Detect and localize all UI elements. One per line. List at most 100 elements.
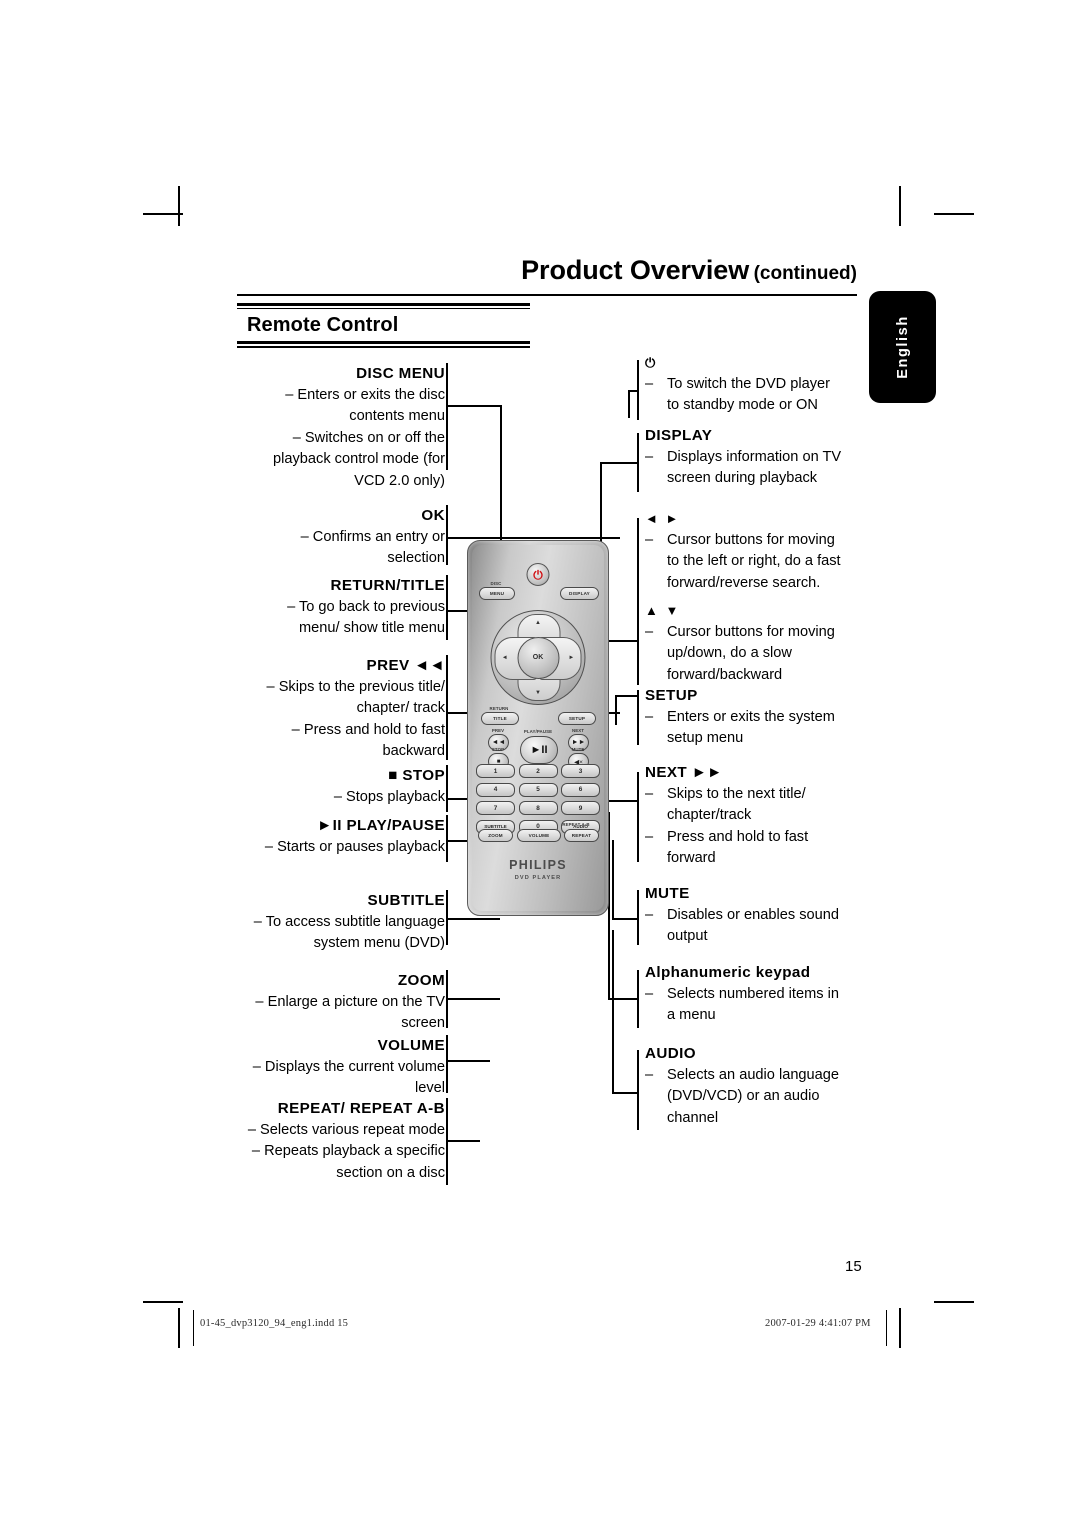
annotation-next-heading: NEXT ►► [645, 764, 723, 781]
annotation-standby-heading: ⏻ [645, 355, 658, 370]
remote-mute-label: MUTE [571, 747, 585, 752]
leader-line-r-display [600, 462, 637, 464]
annotation-prev-heading: PREV ◄◄ [366, 657, 445, 674]
annotation-dash: – [645, 623, 654, 640]
annotation-text: to standby mode or ON [667, 397, 818, 413]
annotation-text: Cursor buttons for moving [667, 623, 835, 640]
annotation-prev-line-2: – Press and hold to fast [291, 721, 445, 738]
annotation-standby: ⏻ – To switch the DVD player to standby mod… [645, 352, 870, 417]
section-bar-bottom [237, 341, 530, 344]
remote-key-3[interactable]: 3 [561, 764, 600, 778]
annotation-repeat-line-2: section on a disc [336, 1164, 445, 1181]
annotation-disc-menu-heading: DISC MENU [356, 365, 445, 382]
remote-repeat-label: REPEAT [571, 833, 592, 838]
remote-power-button[interactable]: ⏻ [526, 563, 550, 586]
remote-playpause-label: PLAY/PAUSE [523, 729, 553, 734]
annotation-alphanumeric-keypad-heading: Alphanumeric keypad [645, 964, 811, 981]
section-bar-top [237, 303, 530, 306]
remote-key-8[interactable]: 8 [518, 801, 558, 815]
annotation-standby-line-0: – To switch the DVD player [645, 374, 870, 396]
footer-divider-right [886, 1310, 888, 1346]
annotation-mute-line-1: output [645, 926, 870, 948]
remote-key-2[interactable]: 2 [518, 764, 558, 778]
section-bar-bottom-thin [237, 346, 530, 348]
remote-disc-menu-label: MENU [489, 591, 505, 596]
annotation-ok: OK – Confirms an entry or selection [245, 505, 445, 570]
remote-key-7[interactable]: 7 [476, 801, 515, 815]
annotation-disc-menu-line-0: – Enters or exits the disc [285, 386, 445, 403]
remote-zoom-button[interactable]: ZOOM [478, 829, 513, 842]
remote-ok-button[interactable]: OK [517, 636, 559, 679]
remote-repeat-ab-label: REPEAT A-B [562, 822, 590, 827]
annotation-text: forward/backward [667, 666, 783, 683]
annotation-text: up/down, do a slow [667, 645, 792, 661]
annotation-next-line-1: chapter/track [645, 805, 870, 827]
annotation-zoom: ZOOM – Enlarge a picture on the TV screen [245, 970, 445, 1035]
annotation-volume-heading: VOLUME [377, 1037, 445, 1054]
leader-bracket-r-keypad [637, 970, 639, 1028]
annotation-play-pause-heading: ►II PLAY/PAUSE [317, 817, 445, 834]
annotation-disc-menu-line-1: contents menu [349, 408, 445, 424]
annotation-disc-menu-line-3: playback control mode (for [273, 451, 445, 467]
annotation-mute: MUTE – Disables or enables sound output [645, 883, 870, 948]
annotation-prev-line-0: – Skips to the previous title/ [266, 678, 445, 695]
leader-drop-setup [615, 695, 617, 725]
annotation-next-line-3: forward [645, 848, 870, 870]
annotation-text: setup menu [667, 730, 744, 746]
page-title-main: Product Overview [521, 255, 750, 285]
language-tab-label: English [894, 315, 911, 379]
remote-disc-menu-button[interactable]: MENU [479, 587, 515, 600]
remote-key-4[interactable]: 4 [476, 782, 515, 797]
remote-setup-button[interactable]: SETUP [558, 712, 596, 725]
remote-dpad[interactable]: ▲ ▼ ◄ ► OK [490, 610, 586, 705]
annotation-cursor-up-down: ▲ ▼ – Cursor buttons for moving up/down, do… [645, 600, 870, 686]
remote-dpad-up-arrow-icon: ▲ [535, 620, 541, 627]
annotation-mute-heading: MUTE [645, 885, 690, 902]
annotation-return-title: RETURN/TITLE – To go back to previous menu… [245, 575, 445, 640]
annotation-next-line-2: – Press and hold to fast [645, 827, 870, 849]
remote-volume-button[interactable]: VOLUME [517, 829, 561, 842]
annotation-repeat-line-1: – Repeats playback a specific [251, 1143, 445, 1159]
leader-line-repeat [446, 1140, 480, 1142]
annotation-dash: – [645, 448, 654, 465]
remote-repeat-button[interactable]: REPEAT [564, 829, 599, 842]
crop-mark-bottom-right-h [934, 1301, 974, 1303]
annotation-dash: – [645, 828, 654, 845]
annotation-volume-line-1: level [414, 1080, 445, 1096]
annotation-text: forward [667, 850, 716, 866]
remote-key-9[interactable]: 9 [561, 801, 600, 815]
annotation-display: DISPLAY – Displays information on TV screen… [645, 425, 870, 490]
annotation-audio-heading: AUDIO [645, 1045, 696, 1062]
annotation-audio-line-2: channel [645, 1108, 870, 1130]
leader-bracket-r-mute [637, 890, 639, 945]
annotation-dash: – [645, 531, 654, 548]
annotation-disc-menu-line-4: VCD 2.0 only) [354, 472, 445, 489]
annotation-text: Press and hold to fast [667, 828, 809, 845]
annotation-text: forward/reverse search. [667, 574, 821, 591]
remote-key-6[interactable]: 6 [561, 782, 600, 797]
annotation-cursor-up-down-heading: ▲ ▼ [645, 603, 681, 618]
header-rule [237, 293, 857, 296]
annotation-subtitle-heading: SUBTITLE [367, 892, 445, 909]
remote-key-1[interactable]: 1 [476, 764, 515, 778]
remote-key-5[interactable]: 5 [518, 782, 558, 797]
leader-line-volume [446, 1060, 490, 1062]
annotation-cursor-up-down-line-2: forward/backward [645, 665, 870, 687]
remote-next-icon: ►► [571, 739, 586, 746]
annotation-prev-line-1: chapter/ track [356, 700, 445, 716]
annotation-dash: – [645, 708, 654, 725]
page-header: Product Overview (continued) [237, 255, 857, 301]
leader-line-r-setup [615, 695, 637, 697]
remote-keypad-row: 123 [476, 764, 600, 778]
remote-display-button[interactable]: DISPLAY [560, 587, 599, 600]
annotation-dash: – [645, 375, 654, 392]
annotation-zoom-line-1: screen [401, 1015, 445, 1031]
annotation-subtitle-line-1: system menu (DVD) [313, 935, 445, 951]
leader-bracket-return-title [446, 575, 448, 640]
remote-return-label-top: RETURN [489, 706, 509, 711]
leader-line-zoom [446, 998, 500, 1000]
remote-return-title-button[interactable]: TITLE [481, 712, 519, 725]
leader-drop-standby [628, 390, 630, 418]
annotation-volume: VOLUME – Displays the current volume level [245, 1035, 445, 1100]
remote-play-pause-button[interactable]: ►II [520, 736, 558, 764]
